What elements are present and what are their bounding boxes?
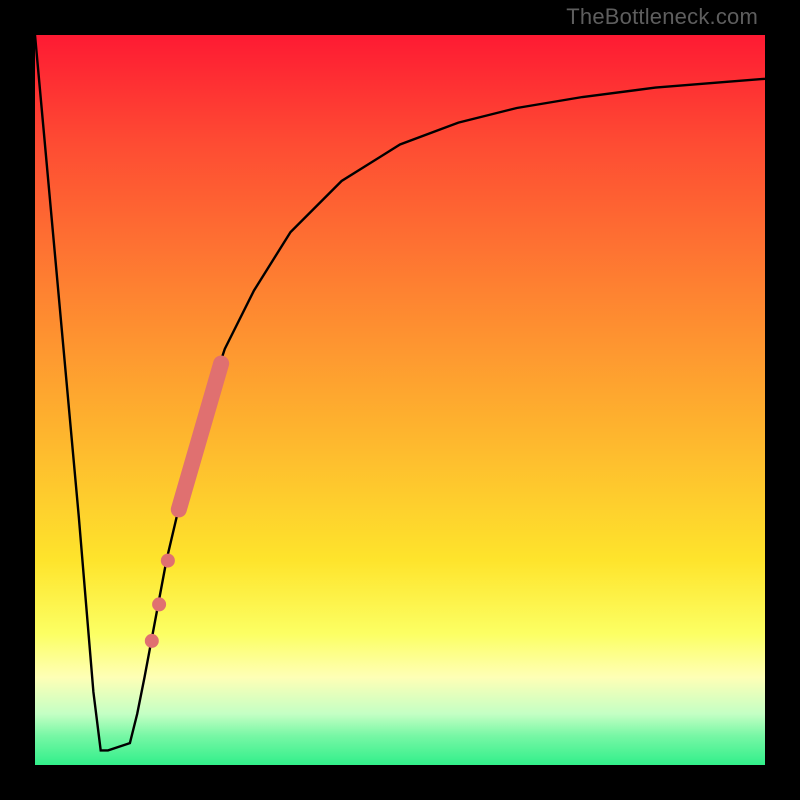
marker-dot [152, 597, 166, 611]
marker-segment [179, 364, 221, 510]
watermark-text: TheBottleneck.com [566, 4, 758, 30]
marker-group [145, 364, 221, 648]
bottleneck-curve-path [35, 35, 765, 750]
plot-area [35, 35, 765, 765]
curve-layer [35, 35, 765, 765]
marker-dot [161, 554, 175, 568]
marker-dot [145, 634, 159, 648]
chart-frame: TheBottleneck.com [0, 0, 800, 800]
